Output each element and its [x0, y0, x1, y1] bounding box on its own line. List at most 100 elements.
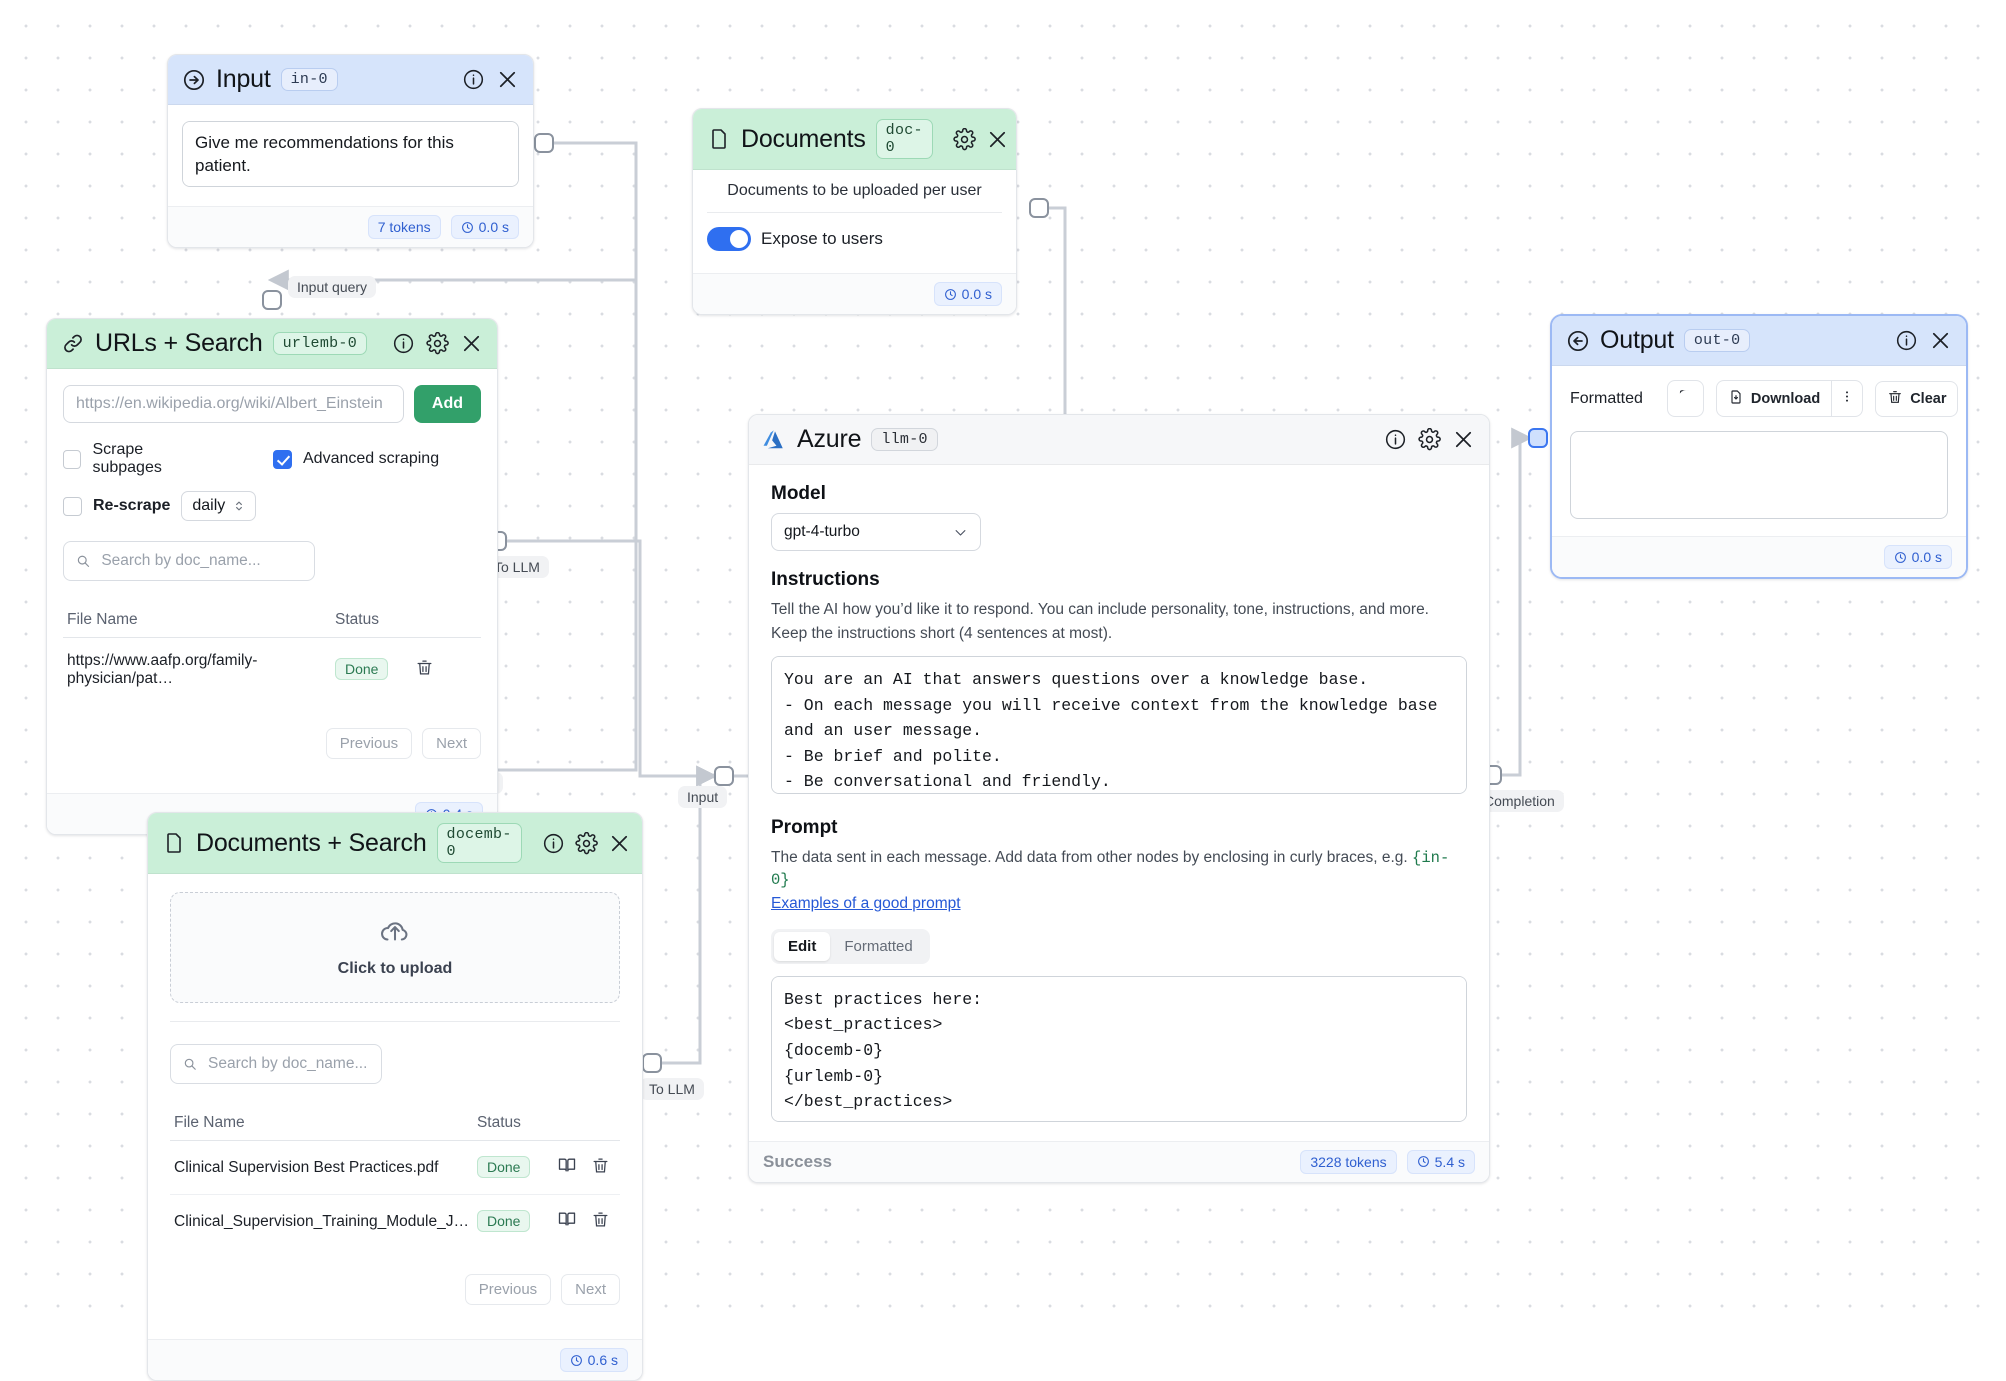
handle-input-output[interactable] — [534, 133, 554, 153]
gear-icon[interactable] — [425, 332, 449, 356]
tab-edit[interactable]: Edit — [774, 931, 831, 961]
advanced-scraping-label: Advanced scraping — [303, 450, 440, 467]
table-row[interactable]: Clinical_Supervision_Training_Module_J… … — [170, 1195, 620, 1249]
node-output[interactable]: Output out-0 Formatted Download Clear 0.… — [1550, 314, 1968, 579]
close-icon[interactable] — [1451, 428, 1475, 452]
node-input-chip: in-0 — [280, 68, 338, 91]
rescrape-row[interactable]: Re-scrape daily — [63, 491, 481, 521]
documents-search-input[interactable] — [205, 1054, 369, 1074]
instructions-description-line1: Tell the AI how you’d like it to respond… — [771, 601, 1429, 618]
node-input[interactable]: Input in-0 7 tokens 0.0 s — [167, 54, 534, 248]
edge-label-input: Input — [678, 786, 728, 808]
node-documents[interactable]: Documents doc-0 Documents to be uploaded… — [692, 108, 1017, 315]
token-count-badge: 7 tokens — [367, 215, 441, 239]
edge-label-input-query-1: Input query — [288, 276, 377, 298]
documents-file-table: File Name Status Clinical Supervision Be… — [170, 1106, 620, 1248]
prompt-view-tabs[interactable]: Edit Formatted — [771, 928, 930, 964]
search-icon — [77, 555, 90, 567]
info-icon[interactable] — [461, 68, 485, 92]
url-input[interactable] — [63, 385, 404, 423]
previous-button[interactable]: Previous — [325, 728, 413, 759]
download-file-icon — [1728, 389, 1744, 409]
node-documents-search[interactable]: Documents + Search docemb-0 Click to upl… — [147, 812, 643, 1381]
info-icon[interactable] — [1383, 428, 1407, 452]
arrow-right-circle-icon — [182, 68, 206, 92]
chevron-updown-icon — [236, 501, 243, 511]
upload-label: Click to upload — [337, 960, 453, 977]
input-text-field[interactable] — [182, 121, 519, 187]
table-row[interactable]: Clinical Supervision Best Practices.pdf … — [170, 1140, 620, 1195]
info-icon[interactable] — [391, 332, 415, 356]
duration-badge: 0.0 s — [933, 282, 1002, 306]
chevron-down-icon — [955, 529, 966, 536]
node-documents-search-body: Click to upload File Name Status Clinica… — [148, 874, 642, 1339]
prompt-heading: Prompt — [771, 816, 838, 838]
close-icon[interactable] — [1928, 329, 1952, 353]
close-icon[interactable] — [495, 68, 519, 92]
prompt-textarea[interactable] — [771, 975, 1467, 1122]
documents-search-box[interactable] — [170, 1044, 382, 1084]
handle-output-input[interactable] — [1528, 428, 1548, 448]
scrape-subpages-checkbox[interactable] — [63, 449, 82, 469]
model-heading: Model — [771, 483, 826, 504]
next-button[interactable]: Next — [561, 1274, 620, 1305]
expose-to-users-row[interactable]: Expose to users — [707, 227, 1002, 251]
urls-search-input[interactable] — [99, 551, 302, 571]
expose-to-users-toggle[interactable] — [707, 227, 751, 251]
info-icon[interactable] — [1894, 329, 1918, 353]
trash-icon[interactable] — [591, 1210, 610, 1234]
trash-icon[interactable] — [415, 658, 434, 682]
prompt-description-text: The data sent in each message. Add data … — [771, 848, 1413, 866]
handle-urls-search-input[interactable] — [262, 290, 282, 310]
node-output-title: Output — [1600, 326, 1674, 354]
add-url-button[interactable]: Add — [413, 385, 481, 423]
handle-documents-output[interactable] — [1029, 198, 1049, 218]
node-urls-search-body: Add Scrape subpages Advanced scraping Re… — [47, 369, 497, 793]
divider — [707, 212, 1002, 213]
node-urls-search[interactable]: URLs + Search urlemb-0 Add Scrape subpag… — [46, 318, 498, 835]
rescrape-checkbox[interactable] — [63, 496, 82, 516]
node-azure-chip: llm-0 — [871, 428, 938, 451]
node-output-chip: out-0 — [1683, 329, 1751, 352]
node-output-header: Output out-0 — [1552, 316, 1966, 366]
scrape-subpages-row[interactable]: Scrape subpages — [63, 441, 213, 477]
upload-dropzone[interactable]: Click to upload — [170, 892, 620, 1003]
examples-link[interactable]: Examples of a good prompt — [771, 895, 1467, 913]
close-icon[interactable] — [459, 332, 483, 356]
url-add-row: Add — [63, 385, 481, 423]
close-icon[interactable] — [986, 127, 1009, 151]
download-group[interactable]: Download — [1715, 380, 1864, 417]
node-urls-search-header: URLs + Search urlemb-0 — [47, 319, 497, 369]
urls-file-table: File Name Status https://www.aafp.org/fa… — [63, 603, 481, 702]
instructions-textarea[interactable] — [771, 655, 1467, 794]
next-button[interactable]: Next — [422, 728, 481, 759]
book-icon[interactable] — [557, 1209, 577, 1234]
node-documents-search-footer: 0.6 s — [148, 1339, 642, 1380]
trash-icon[interactable] — [591, 1156, 610, 1180]
cloud-upload-icon — [378, 917, 412, 952]
tab-formatted[interactable]: Formatted — [830, 932, 926, 961]
gear-icon[interactable] — [953, 127, 976, 151]
model-select[interactable]: gpt-4-turbo — [771, 513, 981, 551]
advanced-scraping-row[interactable]: Advanced scraping — [273, 441, 439, 477]
node-azure[interactable]: Azure llm-0 Model gpt-4-turbo Instructio… — [748, 414, 1490, 1183]
rescrape-frequency-select[interactable]: daily — [181, 491, 257, 521]
gear-icon[interactable] — [1417, 428, 1441, 452]
output-textarea[interactable] — [1570, 431, 1948, 519]
advanced-scraping-checkbox[interactable] — [273, 449, 292, 469]
previous-button[interactable]: Previous — [464, 1274, 552, 1305]
book-icon[interactable] — [557, 1155, 577, 1180]
urls-search-box[interactable] — [63, 541, 315, 581]
table-row[interactable]: https://www.aafp.org/family-physician/pa… — [63, 638, 481, 703]
close-icon[interactable] — [608, 831, 631, 855]
clear-button[interactable]: Clear — [1875, 380, 1959, 417]
download-button[interactable]: Download — [1715, 380, 1833, 417]
info-icon[interactable] — [542, 831, 565, 855]
node-input-footer: 7 tokens 0.0 s — [168, 206, 533, 247]
more-button[interactable] — [1832, 380, 1864, 417]
gear-icon[interactable] — [574, 831, 598, 855]
node-documents-search-chip: docemb-0 — [436, 823, 522, 863]
file-name-cell: Clinical_Supervision_Training_Module_J… — [174, 1212, 469, 1230]
handle-azure-input[interactable] — [714, 766, 734, 786]
handle-documents-search-output[interactable] — [642, 1053, 662, 1073]
